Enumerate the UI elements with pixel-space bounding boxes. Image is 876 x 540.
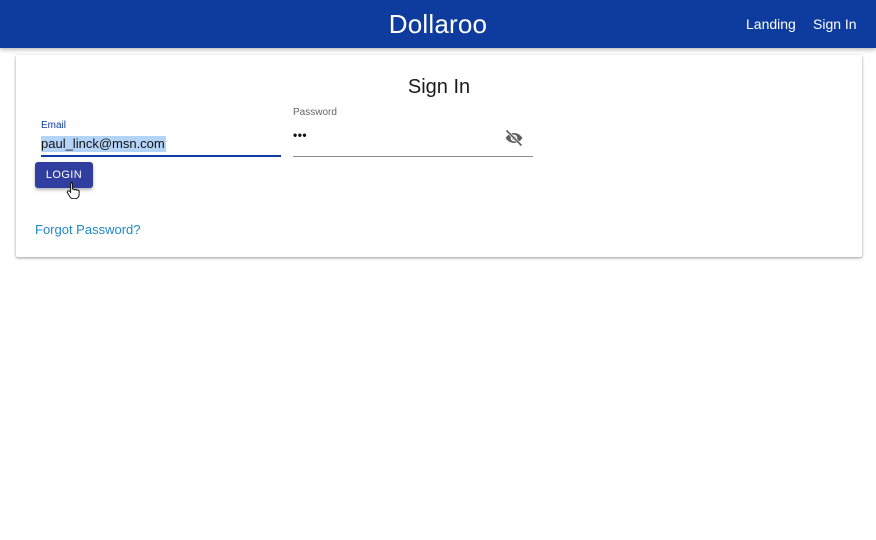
email-input[interactable]: paul_linck@msn.com	[41, 136, 166, 152]
hand-cursor-icon	[66, 181, 82, 200]
eye-off-icon[interactable]	[503, 128, 525, 148]
page-title: Sign In	[407, 76, 471, 98]
email-field[interactable]: Email paul_linck@msn.com	[41, 119, 281, 157]
email-underline	[41, 155, 281, 157]
email-label: Email	[41, 120, 67, 131]
forgot-password-link[interactable]: Forgot Password?	[35, 222, 141, 237]
nav-link-sign-in[interactable]: Sign In	[813, 16, 857, 32]
nav-link-landing[interactable]: Landing	[746, 16, 796, 32]
app-title: Dollaroo	[388, 9, 488, 39]
password-label: Password	[293, 107, 337, 118]
signin-card: Sign In Email paul_linck@msn.com Passwor…	[16, 55, 862, 257]
password-underline	[293, 156, 533, 157]
app-bar: Dollaroo Landing Sign In	[0, 0, 876, 48]
login-button[interactable]: LOGIN	[35, 162, 93, 188]
password-field[interactable]: Password •••	[293, 106, 533, 157]
password-input[interactable]: •••	[293, 128, 307, 142]
